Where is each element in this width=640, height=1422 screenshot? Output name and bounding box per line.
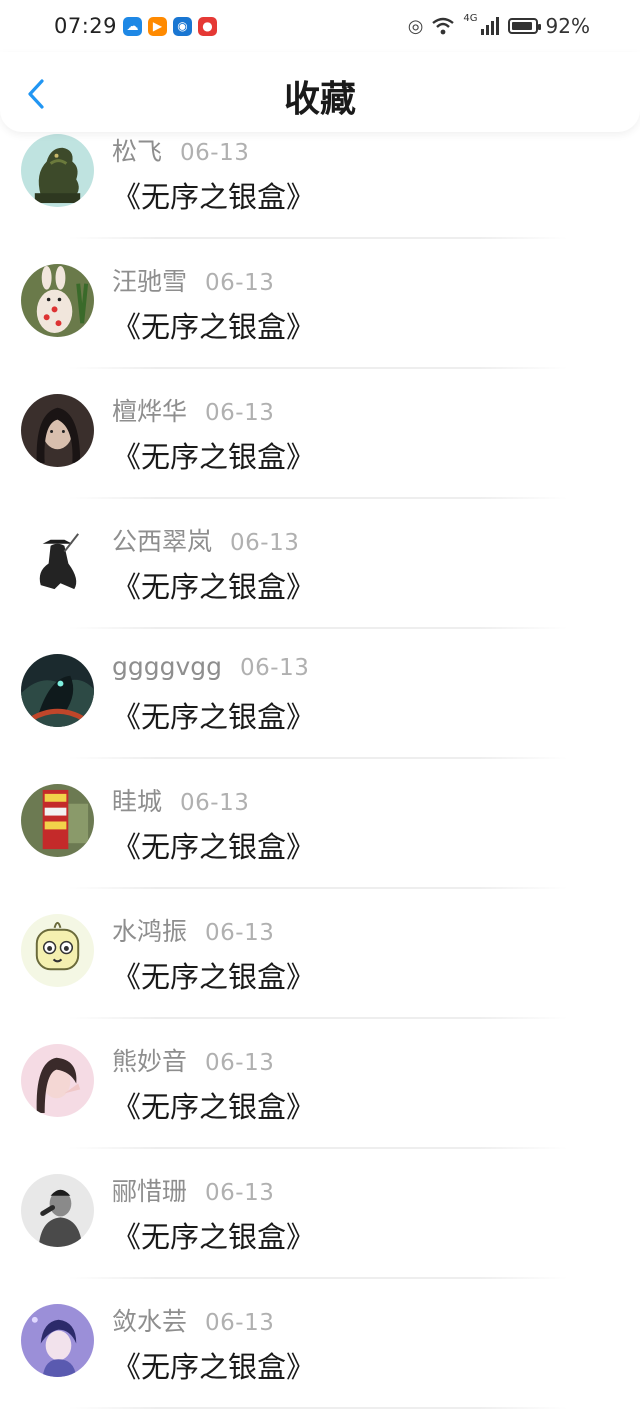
book-title[interactable]: 《无序之银盒》 xyxy=(112,434,315,476)
network-type: 4G xyxy=(463,12,478,24)
post-date: 06-13 xyxy=(205,270,275,296)
signal-icon xyxy=(480,17,499,35)
user-name[interactable]: 檀烨华 xyxy=(112,392,187,428)
avatar[interactable] xyxy=(21,264,94,337)
user-name[interactable]: 水鸿振 xyxy=(112,912,187,948)
list-item[interactable]: 汪驰雪 06-13 《无序之银盒》 xyxy=(0,252,640,382)
user-name[interactable]: 敛水芸 xyxy=(112,1302,187,1338)
status-time: 07:29 xyxy=(54,14,118,38)
user-name[interactable]: 公西翠岚 xyxy=(112,522,212,558)
meta-line: 熊妙音 06-13 xyxy=(112,1042,274,1078)
post-date: 06-13 xyxy=(205,400,275,426)
book-title[interactable]: 《无序之银盒》 xyxy=(112,1344,315,1386)
user-name[interactable]: 松飞 xyxy=(112,132,162,168)
list-item[interactable]: 檀烨华 06-13 《无序之银盒》 xyxy=(0,382,640,512)
divider xyxy=(68,1407,568,1409)
divider xyxy=(68,367,568,369)
hd-call-icon: ◎ xyxy=(407,15,424,37)
book-title[interactable]: 《无序之银盒》 xyxy=(112,1214,315,1256)
divider xyxy=(68,237,568,239)
status-left: 07:29 ☁ ▶ ◉ ● xyxy=(54,14,218,38)
post-date: 06-13 xyxy=(205,1180,275,1206)
list-item[interactable]: 郦惜珊 06-13 《无序之银盒》 xyxy=(0,1162,640,1292)
meta-line: 公西翠岚 06-13 xyxy=(112,522,299,558)
meta-line: 汪驰雪 06-13 xyxy=(112,262,274,298)
status-bar: 07:29 ☁ ▶ ◉ ● ◎ 4G 92% xyxy=(0,0,640,52)
weather-app-icon: ☁ xyxy=(123,16,143,36)
list-item[interactable]: 敛水芸 06-13 《无序之银盒》 xyxy=(0,1292,640,1422)
battery-percent: 92% xyxy=(545,14,590,38)
post-date: 06-13 xyxy=(180,140,250,166)
avatar[interactable] xyxy=(21,1174,94,1247)
avatar[interactable] xyxy=(21,524,94,597)
divider xyxy=(68,1277,568,1279)
favorites-list: 松飞 06-13 《无序之银盒》 汪驰雪 06-13 《无序之银盒》 檀烨华 06-13 《无序… xyxy=(0,122,640,1422)
user-name[interactable]: 熊妙音 xyxy=(112,1042,187,1078)
list-item[interactable]: 熊妙音 06-13 《无序之银盒》 xyxy=(0,1032,640,1162)
battery-icon xyxy=(507,18,541,34)
user-name[interactable]: 眭城 xyxy=(112,782,162,818)
post-date: 06-13 xyxy=(180,790,250,816)
list-item[interactable]: 松飞 06-13 《无序之银盒》 xyxy=(0,122,640,252)
post-date: 06-13 xyxy=(205,1050,275,1076)
book-title[interactable]: 《无序之银盒》 xyxy=(112,174,315,216)
book-title[interactable]: 《无序之银盒》 xyxy=(112,824,315,866)
user-name[interactable]: 郦惜珊 xyxy=(112,1172,187,1208)
page-title: 收藏 xyxy=(283,79,356,120)
wifi-icon xyxy=(432,17,455,35)
list-item[interactable]: 公西翠岚 06-13 《无序之银盒》 xyxy=(0,512,640,642)
meta-line: 水鸿振 06-13 xyxy=(112,912,274,948)
avatar[interactable] xyxy=(21,914,94,987)
notification-app-icon: ● xyxy=(198,16,218,36)
list-item[interactable]: 水鸿振 06-13 《无序之银盒》 xyxy=(0,902,640,1032)
divider xyxy=(68,1147,568,1149)
divider xyxy=(68,1017,568,1019)
user-name[interactable]: ggggvgg xyxy=(112,652,222,681)
list-item[interactable]: 眭城 06-13 《无序之银盒》 xyxy=(0,772,640,902)
avatar[interactable] xyxy=(21,654,94,727)
video-app-icon: ▶ xyxy=(148,16,168,36)
divider xyxy=(68,757,568,759)
status-right: ◎ 4G 92% xyxy=(407,12,590,39)
bulb-app-icon: ◉ xyxy=(173,16,193,36)
list-item[interactable]: ggggvgg 06-13 《无序之银盒》 xyxy=(0,642,640,772)
navigation-header: 收藏 xyxy=(0,52,640,132)
divider xyxy=(68,497,568,499)
book-title[interactable]: 《无序之银盒》 xyxy=(112,1084,315,1126)
divider xyxy=(68,887,568,889)
book-title[interactable]: 《无序之银盒》 xyxy=(112,694,315,736)
meta-line: 松飞 06-13 xyxy=(112,132,249,168)
meta-line: 敛水芸 06-13 xyxy=(112,1302,274,1338)
meta-line: 檀烨华 06-13 xyxy=(112,392,274,428)
post-date: 06-13 xyxy=(240,655,310,681)
avatar[interactable] xyxy=(21,394,94,467)
post-date: 06-13 xyxy=(230,530,300,556)
post-date: 06-13 xyxy=(205,1310,275,1336)
battery-fill xyxy=(511,22,532,30)
meta-line: 郦惜珊 06-13 xyxy=(112,1172,274,1208)
avatar[interactable] xyxy=(21,1304,94,1377)
meta-line: ggggvgg 06-13 xyxy=(112,652,309,681)
post-date: 06-13 xyxy=(205,920,275,946)
book-title[interactable]: 《无序之银盒》 xyxy=(112,564,315,606)
avatar[interactable] xyxy=(21,134,94,207)
book-title[interactable]: 《无序之银盒》 xyxy=(112,304,315,346)
divider xyxy=(68,627,568,629)
avatar[interactable] xyxy=(21,784,94,857)
avatar[interactable] xyxy=(21,1044,94,1117)
book-title[interactable]: 《无序之银盒》 xyxy=(112,954,315,996)
meta-line: 眭城 06-13 xyxy=(112,782,249,818)
user-name[interactable]: 汪驰雪 xyxy=(112,262,187,298)
